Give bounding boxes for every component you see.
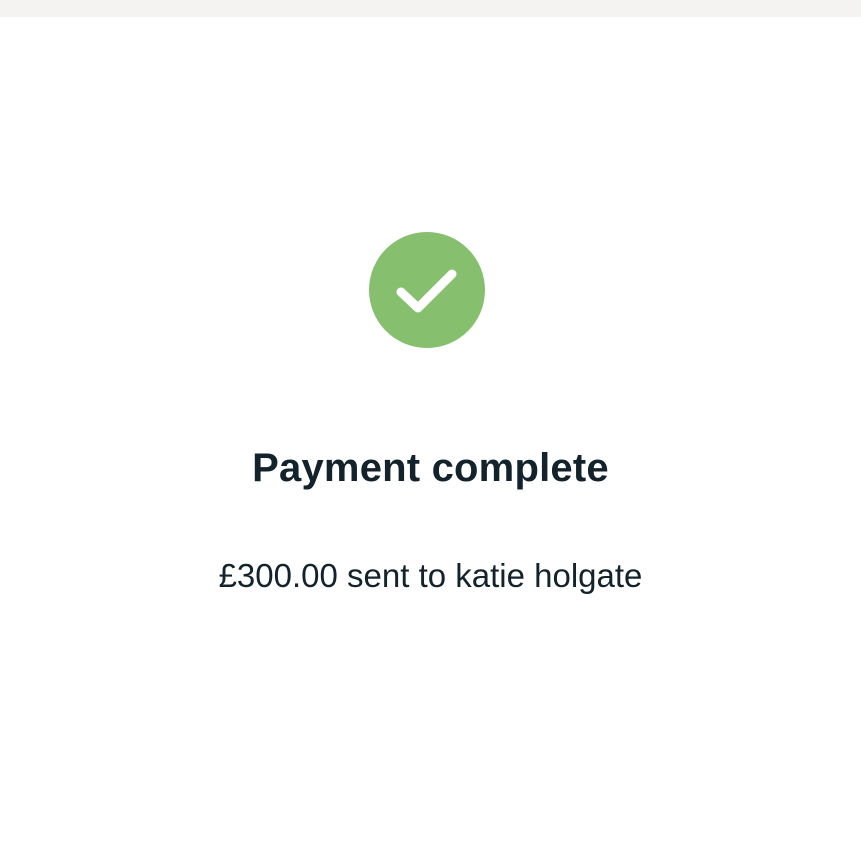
payment-status-title: Payment complete bbox=[252, 446, 609, 490]
payment-status-message: £300.00 sent to katie holgate bbox=[218, 557, 643, 594]
top-bar bbox=[0, 0, 861, 17]
success-badge bbox=[369, 232, 485, 348]
checkmark-icon bbox=[396, 269, 457, 313]
